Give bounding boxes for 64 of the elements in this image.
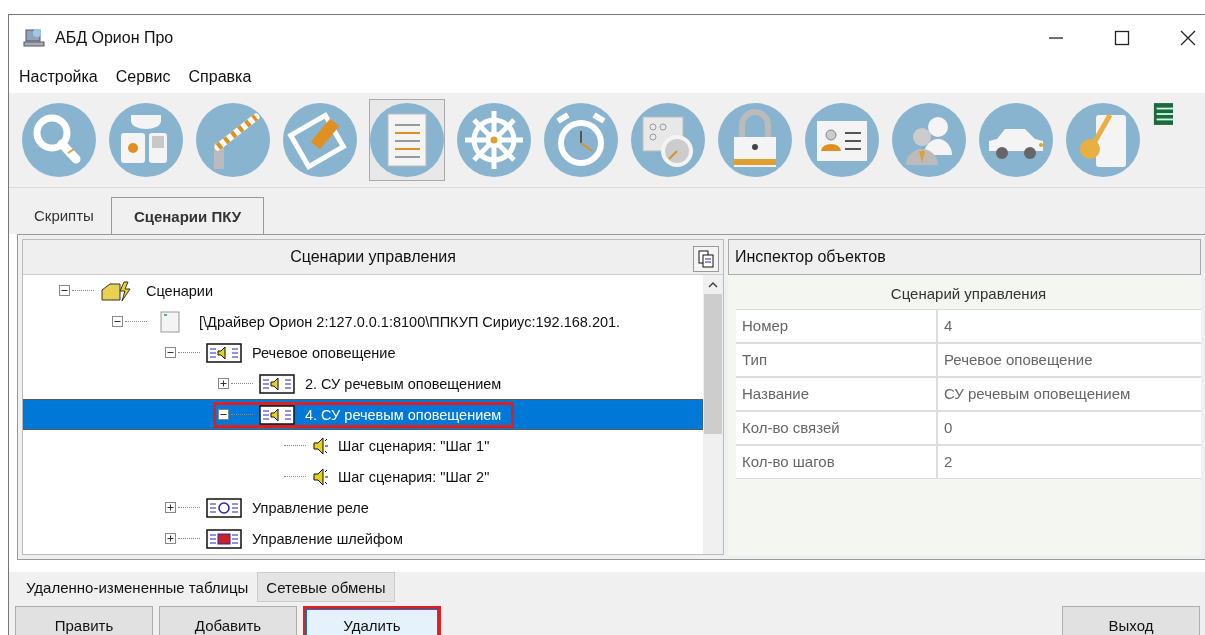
expand-icon[interactable] — [165, 502, 176, 513]
property-name: Номер — [736, 310, 936, 342]
tree-item[interactable]: Управление шлейфом — [252, 530, 403, 547]
collapse-icon[interactable] — [165, 347, 176, 358]
tab[interactable]: Сетевые обмены — [257, 572, 395, 602]
search-icon[interactable] — [22, 103, 96, 177]
property-value[interactable]: 0 — [938, 412, 1201, 444]
action-button[interactable]: Добавить — [159, 606, 297, 635]
ship-wheel-icon[interactable] — [457, 103, 531, 177]
tree-item[interactable]: 2. СУ речевым оповещением — [305, 375, 502, 392]
plan-pencil-icon[interactable] — [283, 103, 357, 177]
property-name: Название — [736, 378, 936, 410]
copy-button[interactable] — [693, 246, 719, 272]
property-value[interactable]: 4 — [938, 310, 1201, 342]
tree-item[interactable]: Управление реле — [252, 499, 369, 516]
menu-item[interactable]: Справка — [188, 68, 252, 86]
menu-item[interactable]: Сервис — [115, 68, 171, 86]
expand-icon[interactable] — [165, 533, 176, 544]
tree-item[interactable]: 4. СУ речевым оповещением — [305, 406, 502, 423]
tab[interactable]: Скрипты — [17, 198, 111, 234]
property-value[interactable]: СУ речевым оповещением — [938, 378, 1201, 410]
tree-item[interactable]: Сценарии — [146, 282, 213, 299]
tab[interactable]: Сценарии ПКУ — [110, 197, 265, 235]
computer-icon — [23, 28, 45, 48]
property-name: Тип — [736, 344, 936, 376]
inspector-title: Инспектор объектов — [728, 239, 1201, 275]
action-button[interactable]: Удалить — [303, 606, 441, 635]
speaker-panel-icon — [206, 341, 242, 364]
property-value[interactable]: Речевое оповещение — [938, 344, 1201, 376]
menu-item[interactable]: Настройка — [19, 68, 98, 86]
collapse-icon[interactable] — [112, 316, 123, 327]
scroll-up-icon[interactable] — [708, 281, 718, 288]
scrollbar[interactable] — [703, 275, 723, 554]
barrier-icon[interactable] — [196, 103, 270, 177]
tree-item[interactable]: Шаг сценария: "Шаг 1" — [338, 437, 490, 454]
key-card-icon[interactable] — [1066, 103, 1140, 177]
expand-icon[interactable] — [218, 378, 229, 389]
close-icon[interactable] — [1180, 30, 1196, 46]
exit-button[interactable]: Выход — [1062, 606, 1200, 635]
schedule-clock-icon[interactable] — [631, 103, 705, 177]
id-card-icon[interactable] — [805, 103, 879, 177]
speaker-panel-icon — [259, 403, 295, 426]
action-button[interactable]: Править — [15, 606, 153, 635]
property-value[interactable]: 2 — [938, 446, 1201, 478]
camera-and-panel-icon[interactable] — [109, 103, 183, 177]
collapse-icon[interactable] — [59, 285, 70, 296]
scrollbar-thumb[interactable] — [704, 294, 722, 434]
window-title: АБД Орион Про — [55, 29, 174, 47]
car-icon[interactable] — [979, 103, 1053, 177]
loop-panel-icon — [206, 527, 242, 550]
maximize-icon[interactable] — [1114, 30, 1130, 46]
panel-title: Сценарии управления — [290, 248, 456, 266]
section-title: Сценарий управления — [889, 284, 1048, 304]
alarm-clock-icon[interactable] — [544, 103, 618, 177]
relay-panel-icon — [206, 496, 242, 519]
padlock-icon[interactable] — [718, 103, 792, 177]
collapse-icon[interactable] — [218, 409, 229, 420]
tree-item[interactable]: Шаг сценария: "Шаг 2" — [338, 468, 490, 485]
property-name: Кол-во шагов — [736, 446, 936, 478]
speaker-panel-icon — [259, 372, 295, 395]
tree-item[interactable]: Речевое оповещение — [252, 344, 396, 361]
tree-item[interactable]: [\Драйвер Орион 2:127.0.0.1:8100\ППКУП Сириус:192.168.201. — [199, 313, 621, 330]
property-name: Кол-во связей — [736, 412, 936, 444]
people-icon[interactable] — [892, 103, 966, 177]
